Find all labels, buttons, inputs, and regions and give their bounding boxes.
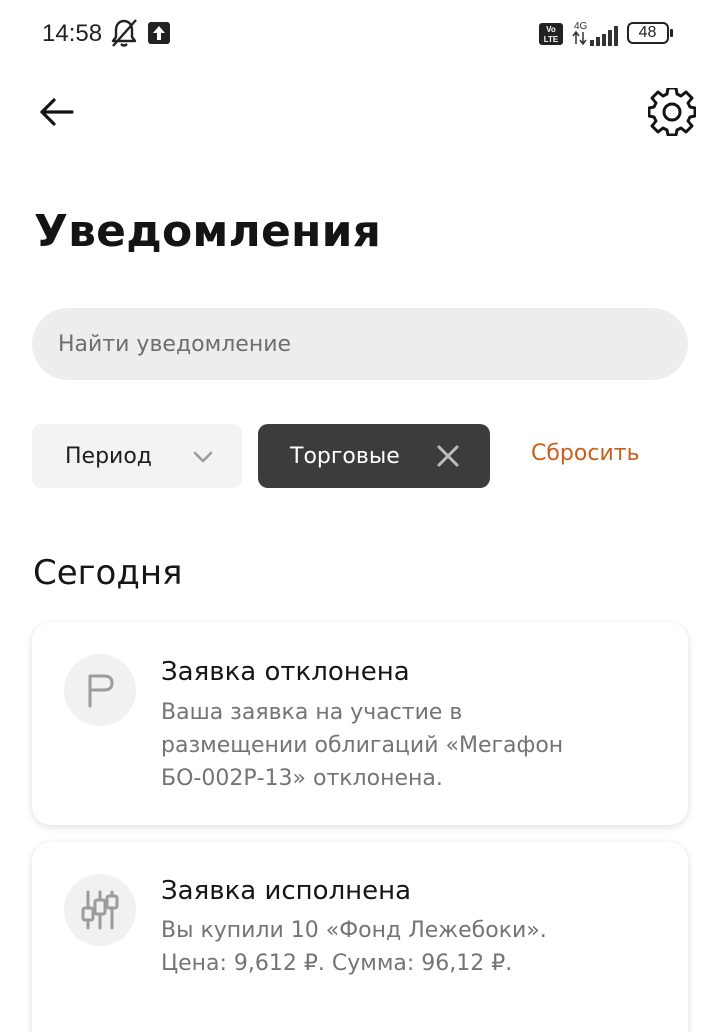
signal-icon: 4G [572, 21, 618, 46]
battery-level: 48 [638, 24, 657, 41]
period-filter-label: Период [65, 443, 153, 469]
trade-filter-label: Торговые [290, 443, 400, 469]
reset-filters-button[interactable]: Сбросить [531, 441, 640, 466]
close-icon [437, 445, 459, 467]
svg-text:Vo: Vo [546, 25, 556, 34]
notification-body-line: размещении облигаций «Мегафон [161, 733, 564, 758]
remove-filter-button[interactable] [434, 442, 462, 470]
notification-title: Заявка отклонена [161, 657, 410, 687]
back-button[interactable] [30, 86, 82, 138]
chevron-down-icon [193, 451, 213, 463]
flag-icon [88, 674, 114, 708]
status-bar: 14:58 Vo LTE 4G 48 [0, 0, 720, 70]
notifications-screen: 14:58 Vo LTE 4G 48 Уведомления Найти уве… [0, 0, 720, 1032]
search-input[interactable] [32, 308, 688, 380]
bell-off-icon [111, 19, 137, 47]
volte-icon: Vo LTE [539, 23, 563, 45]
trade-filter-chip[interactable]: Торговые [258, 424, 490, 488]
network-type-label: 4G [574, 21, 588, 32]
period-filter-chip[interactable]: Период [32, 424, 242, 488]
page-title: Уведомления [34, 206, 382, 257]
notification-body-line: Цена: 9,612 ₽. Сумма: 96,12 ₽. [161, 951, 513, 976]
settings-button[interactable] [644, 84, 700, 140]
notification-title: Заявка исполнена [161, 876, 412, 906]
notification-card[interactable]: Заявка исполнена Вы купили 10 «Фонд Леже… [32, 842, 688, 1032]
arrow-left-icon [40, 98, 74, 126]
notification-icon-badge [64, 654, 136, 726]
status-time: 14:58 [42, 20, 103, 47]
notification-body-line: Вы купили 10 «Фонд Лежебоки». [161, 918, 547, 943]
notification-body-line: Ваша заявка на участие в [161, 700, 463, 725]
gear-icon [648, 88, 696, 136]
sliders-icon [81, 890, 119, 930]
notification-icon-badge [64, 874, 136, 946]
notification-card[interactable]: Заявка отклонена Ваша заявка на участие … [32, 622, 688, 825]
svg-text:LTE: LTE [544, 35, 559, 44]
upload-icon [148, 22, 170, 44]
search-box[interactable] [32, 308, 688, 380]
notification-body: Ваша заявка на участие в размещении обли… [161, 696, 661, 795]
section-title: Сегодня [33, 553, 183, 593]
notification-body: Вы купили 10 «Фонд Лежебоки». Цена: 9,61… [161, 914, 661, 980]
notification-body-line: БО-002Р-13» отклонена. [161, 766, 443, 791]
